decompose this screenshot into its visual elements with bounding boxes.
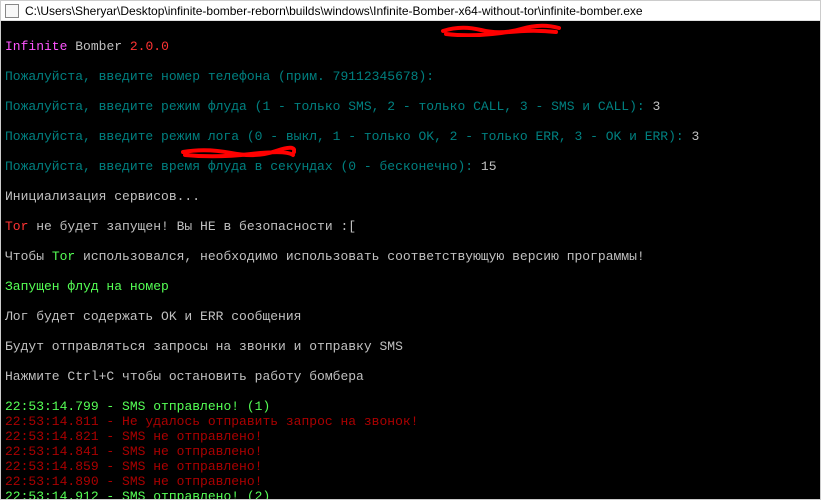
log-timestamp: 22:53:14.859 - bbox=[5, 459, 122, 474]
titlebar-path: C:\Users\Sheryar\Desktop\infinite-bomber… bbox=[25, 4, 643, 18]
tor-use-post: использовался, необходимо использовать с… bbox=[75, 249, 645, 264]
redaction-phone bbox=[441, 23, 561, 37]
log-message: SMS не отправлено! bbox=[122, 459, 262, 474]
app-window: C:\Users\Sheryar\Desktop\infinite-bomber… bbox=[0, 0, 821, 500]
log-message: SMS отправлено! (1) bbox=[122, 399, 270, 414]
tor-use-line: Чтобы Tor использовался, необходимо испо… bbox=[5, 249, 816, 264]
prompt-flood-value: 3 bbox=[653, 99, 661, 114]
log-line: 22:53:14.859 - SMS не отправлено! bbox=[5, 459, 816, 474]
log-timestamp: 22:53:14.841 - bbox=[5, 444, 122, 459]
console-output[interactable]: Infinite Bomber 2.0.0 Пожалуйста, введит… bbox=[1, 21, 820, 499]
flood-started: Запущен флуд на номер bbox=[5, 279, 816, 294]
redaction-number bbox=[181, 145, 296, 159]
banner-version: 2.0.0 bbox=[130, 39, 169, 54]
log-line: 22:53:14.841 - SMS не отправлено! bbox=[5, 444, 816, 459]
log-line: 22:53:14.890 - SMS не отправлено! bbox=[5, 474, 816, 489]
init-services: Инициализация сервисов... bbox=[5, 189, 816, 204]
banner-word2: Bomber bbox=[75, 39, 122, 54]
prompt-time-value: 15 bbox=[481, 159, 497, 174]
tor-use-word: Tor bbox=[52, 249, 75, 264]
log-timestamp: 22:53:14.890 - bbox=[5, 474, 122, 489]
log-line: 22:53:14.912 - SMS отправлено! (2) bbox=[5, 489, 816, 499]
log-line: 22:53:14.799 - SMS отправлено! (1) bbox=[5, 399, 816, 414]
log-line: 22:53:14.821 - SMS не отправлено! bbox=[5, 429, 816, 444]
prompt-log-mode: Пожалуйста, введите режим лога (0 - выкл… bbox=[5, 129, 816, 144]
log-timestamp: 22:53:14.821 - bbox=[5, 429, 122, 444]
requests-info: Будут отправляться запросы на звонки и о… bbox=[5, 339, 816, 354]
prompt-flood-mode: Пожалуйста, введите режим флуда (1 - тол… bbox=[5, 99, 816, 114]
banner-word1: Infinite bbox=[5, 39, 67, 54]
log-timestamp: 22:53:14.811 - bbox=[5, 414, 122, 429]
log-info: Лог будет содержать OK и ERR сообщения bbox=[5, 309, 816, 324]
log-message: SMS отправлено! (2) bbox=[122, 489, 270, 499]
prompt-time: Пожалуйста, введите время флуда в секунд… bbox=[5, 159, 816, 174]
log-message: SMS не отправлено! bbox=[122, 429, 262, 444]
prompt-log-label: Пожалуйста, введите режим лога (0 - выкл… bbox=[5, 129, 692, 144]
tor-warning-line: Tor не будет запущен! Вы НЕ в безопаснос… bbox=[5, 219, 816, 234]
tor-word: Tor bbox=[5, 219, 28, 234]
ctrl-c-hint: Нажмите Ctrl+C чтобы остановить работу б… bbox=[5, 369, 816, 384]
titlebar[interactable]: C:\Users\Sheryar\Desktop\infinite-bomber… bbox=[1, 1, 820, 21]
log-message: SMS не отправлено! bbox=[122, 474, 262, 489]
tor-use-pre: Чтобы bbox=[5, 249, 52, 264]
log-message: Не удалось отправить запрос на звонок! bbox=[122, 414, 418, 429]
log-line: 22:53:14.811 - Не удалось отправить запр… bbox=[5, 414, 816, 429]
log-timestamp: 22:53:14.799 - bbox=[5, 399, 122, 414]
prompt-time-label: Пожалуйста, введите время флуда в секунд… bbox=[5, 159, 481, 174]
log-message: SMS не отправлено! bbox=[122, 444, 262, 459]
prompt-phone: Пожалуйста, введите номер телефона (прим… bbox=[5, 69, 816, 84]
log-entries: 22:53:14.799 - SMS отправлено! (1)22:53:… bbox=[5, 399, 816, 499]
log-timestamp: 22:53:14.912 - bbox=[5, 489, 122, 499]
prompt-flood-label: Пожалуйста, введите режим флуда (1 - тол… bbox=[5, 99, 653, 114]
tor-warning-rest: не будет запущен! Вы НЕ в безопасности :… bbox=[28, 219, 356, 234]
banner-line: Infinite Bomber 2.0.0 bbox=[5, 39, 816, 54]
app-icon bbox=[5, 4, 19, 18]
prompt-log-value: 3 bbox=[692, 129, 700, 144]
